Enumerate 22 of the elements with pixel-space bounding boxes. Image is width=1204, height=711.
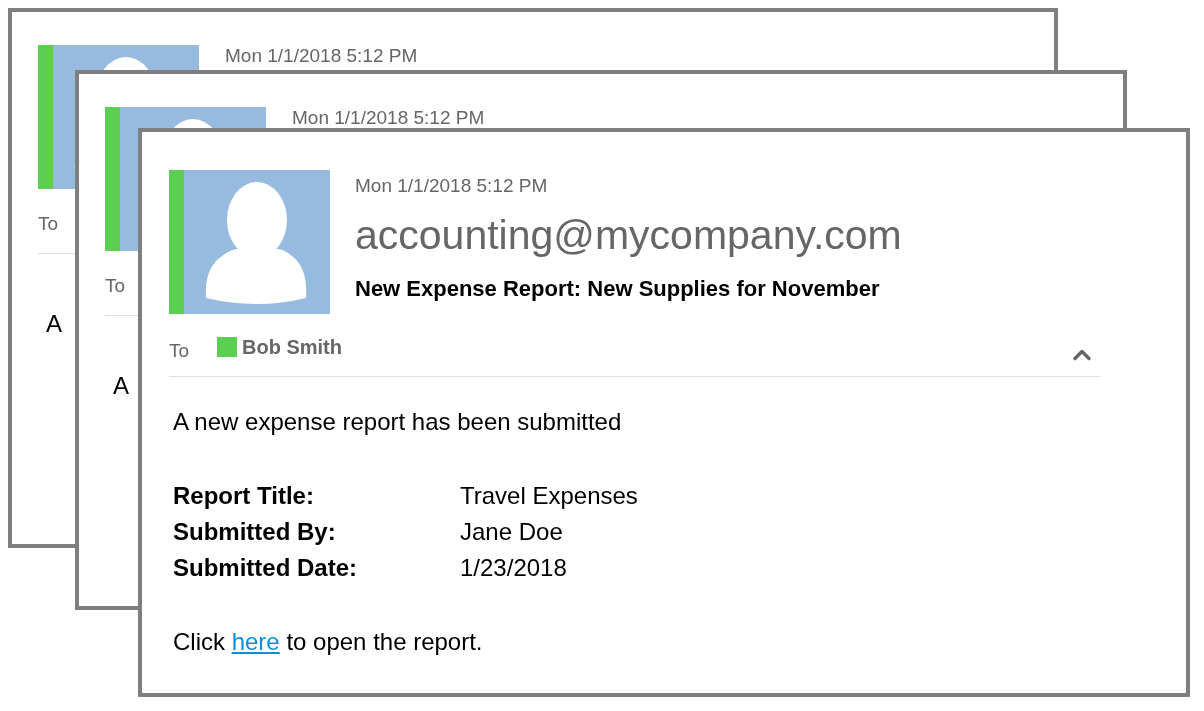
date-text: Mon 1/1/2018 5:12 PM: [225, 46, 418, 65]
date-text: Mon 1/1/2018 5:12 PM: [292, 108, 485, 127]
detail-value: Travel Expenses: [460, 481, 639, 511]
sender-address: accounting@mycompany.com: [355, 215, 902, 256]
date-text: Mon 1/1/2018 5:12 PM: [355, 176, 549, 195]
to-label: To: [38, 211, 59, 236]
to-label: To: [169, 338, 191, 363]
detail-label: Submitted By:: [173, 517, 337, 547]
footer-sentence: Click here to open the report.: [173, 627, 484, 657]
detail-value: 1/23/2018: [460, 553, 568, 583]
subject-text: New Expense Report: New Supplies for November: [355, 278, 881, 300]
detail-label: Submitted Date:: [173, 553, 358, 583]
detail-value: Jane Doe: [460, 517, 564, 547]
recipient-name: Bob Smith: [242, 335, 342, 360]
intro-text: A new expense report has been submitted: [173, 407, 623, 437]
report-link[interactable]: here: [231, 628, 280, 655]
detail-label: Report Title:: [173, 481, 315, 511]
body-text: A: [46, 310, 62, 337]
avatar-icon: [184, 170, 330, 314]
body-text: A: [113, 372, 129, 399]
presence-square: [217, 337, 237, 357]
to-label: To: [105, 273, 126, 298]
